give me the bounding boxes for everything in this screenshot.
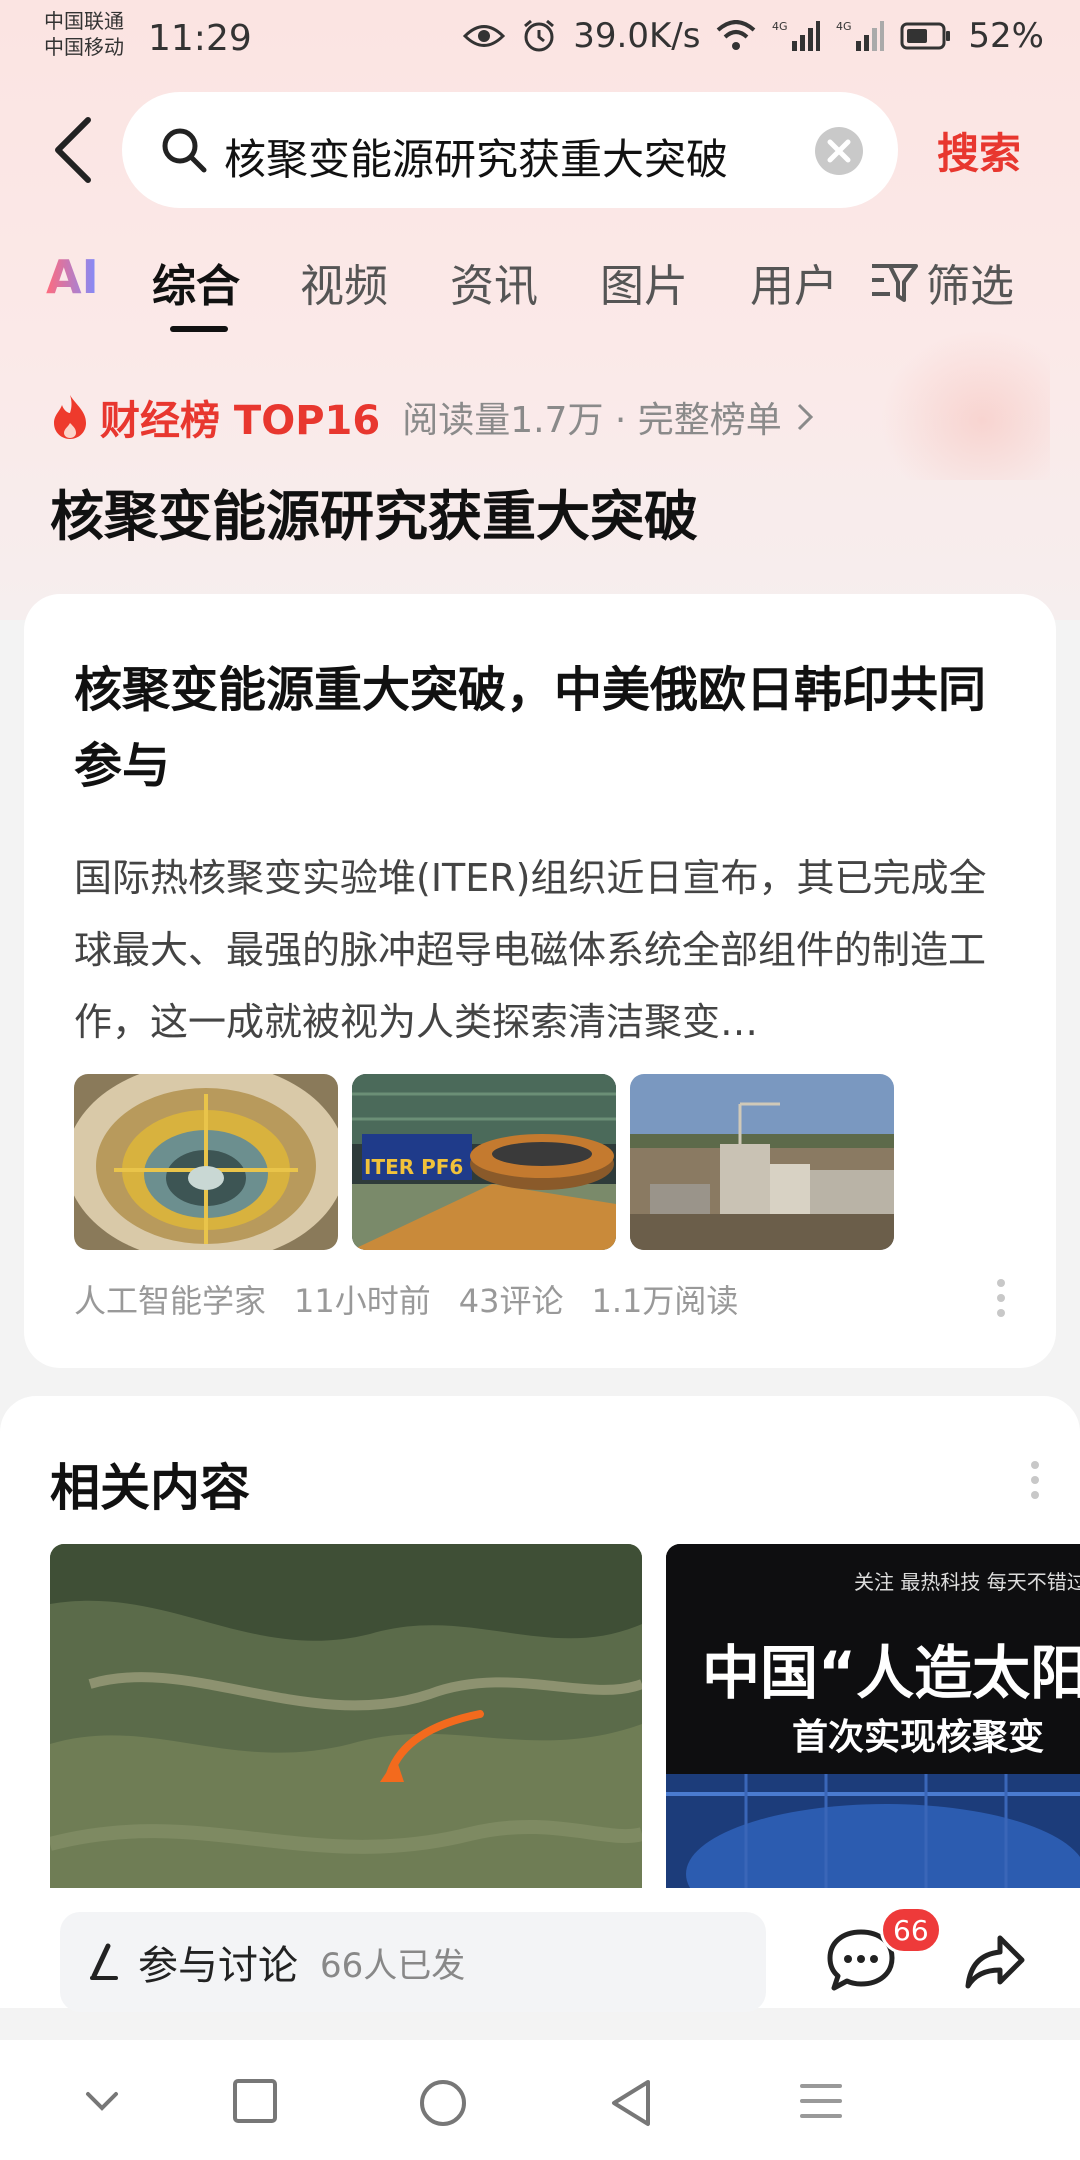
related-card-headline: 中国“人造太阳 [702, 1639, 1080, 1707]
signal-4g-icon-2: 4G [836, 20, 885, 51]
filter-label: 筛选 [926, 261, 1014, 312]
carrier-1: 中国联通 [44, 9, 124, 33]
article-image-pf6-coil[interactable]: ITER PF6 [352, 1074, 616, 1250]
nav-home-icon[interactable] [418, 2078, 468, 2128]
tab-all[interactable]: 综合 [152, 250, 240, 314]
active-tab-indicator [170, 326, 228, 332]
tab-images[interactable]: 图片 [600, 250, 688, 314]
net-speed: 39.0K/s [573, 16, 701, 56]
carrier-info: 中国联通 中国移动 [44, 8, 124, 60]
ranking-meta: 阅读量1.7万 · 完整榜单 [402, 400, 782, 441]
wifi-icon [717, 20, 756, 50]
article-title[interactable]: 核聚变能源重大突破，中美俄欧日韩印共同参与 [74, 652, 1014, 804]
search-icon [162, 128, 207, 173]
battery-icon [900, 22, 951, 50]
related-card-satellite[interactable] [50, 1544, 642, 1904]
action-bar: 参与讨论 66人已发 66 [0, 1888, 1080, 2012]
filter-button[interactable]: 筛选 [870, 250, 1014, 314]
tab-news[interactable]: 资讯 [450, 250, 538, 314]
flame-icon [54, 395, 86, 439]
status-bar: 中国联通 中国移动 11:29 39.0K/s 4G 4G 52% [0, 0, 1080, 80]
comment-count-badge: 66 [880, 1906, 942, 1954]
share-icon[interactable] [964, 1932, 1026, 1990]
nav-recents-icon[interactable] [232, 2078, 278, 2124]
ranking-title: 财经榜 TOP16 [100, 398, 381, 444]
more-options-icon[interactable] [996, 1278, 1006, 1318]
discuss-count: 66人已发 [320, 1945, 466, 1986]
nav-collapse-icon[interactable] [80, 2078, 124, 2122]
related-card-subline: 首次实现核聚变 [792, 1717, 1045, 1758]
system-nav-bar [0, 2040, 1080, 2160]
related-card-tagline: 关注 最热科技 每天不错过 [854, 1570, 1080, 1594]
carrier-2: 中国移动 [44, 35, 124, 59]
image-caption-iter-pf6: ITER PF6 [364, 1155, 463, 1179]
clock: 11:29 [148, 18, 252, 59]
article-meta: 人工智能学家 11小时前 43评论 1.1万阅读 [74, 1276, 738, 1322]
nav-menu-icon[interactable] [798, 2078, 844, 2124]
filter-tabs: AI 综合 视频 资讯 图片 用户 筛选 [0, 250, 1080, 340]
article-image-tokamak[interactable] [74, 1074, 338, 1250]
alarm-icon [524, 19, 555, 52]
related-card-artificial-sun[interactable]: 关注 最热科技 每天不错过 中国“人造太阳 首次实现核聚变 [666, 1544, 1080, 1904]
battery-percent: 52% [968, 16, 1044, 56]
discuss-label: 参与讨论 [138, 1943, 298, 1989]
filter-icon [872, 264, 918, 302]
article-reads: 1.1万阅读 [591, 1282, 739, 1320]
tab-ai[interactable]: AI [46, 250, 99, 304]
status-icons: 39.0K/s 4G 4G 52% [463, 16, 1044, 56]
article-summary: 国际热核聚变实验堆(ITER)组织近日宣布，其已完成全球最大、最强的脉冲超导电磁… [74, 856, 987, 1044]
related-section: 相关内容 关注 最热科技 每天不错过 中国“人造太阳 首次实现核聚变 [0, 1396, 1080, 1904]
article-images: ITER PF6 [74, 1074, 894, 1250]
search-query[interactable]: 核聚变能源研究获重大突破 [224, 126, 728, 187]
article-comments: 43评论 [458, 1282, 564, 1320]
svg-text:4G: 4G [772, 20, 788, 33]
back-button[interactable] [50, 114, 98, 186]
article-time: 11小时前 [294, 1282, 431, 1320]
tab-video[interactable]: 视频 [300, 250, 388, 314]
signal-4g-icon: 4G [772, 20, 821, 51]
search-button[interactable]: 搜索 [937, 120, 1021, 181]
chevron-right-icon [797, 403, 813, 431]
pen-icon [90, 1943, 118, 1980]
article-image-site[interactable] [630, 1074, 894, 1250]
clear-icon[interactable] [814, 126, 864, 176]
tab-users[interactable]: 用户 [750, 250, 838, 314]
eye-icon [463, 25, 506, 47]
ranking-link[interactable]: 财经榜 TOP16 阅读量1.7万 · 完整榜单 [50, 388, 814, 446]
discuss-input[interactable]: 参与讨论 66人已发 [60, 1912, 766, 2012]
back-arrow-icon [55, 117, 91, 183]
article-card[interactable]: 核聚变能源重大突破，中美俄欧日韩印共同参与 国际热核聚变实验堆(ITER)组织近… [24, 594, 1056, 1368]
topic-title: 核聚变能源研究获重大突破 [50, 485, 698, 548]
article-author[interactable]: 人工智能学家 [74, 1276, 266, 1322]
search-input[interactable]: 核聚变能源研究获重大突破 [122, 92, 898, 208]
related-title: 相关内容 [50, 1459, 250, 1517]
more-options-icon[interactable] [1030, 1460, 1040, 1500]
svg-text:4G: 4G [836, 20, 852, 33]
nav-back-icon[interactable] [608, 2078, 654, 2128]
